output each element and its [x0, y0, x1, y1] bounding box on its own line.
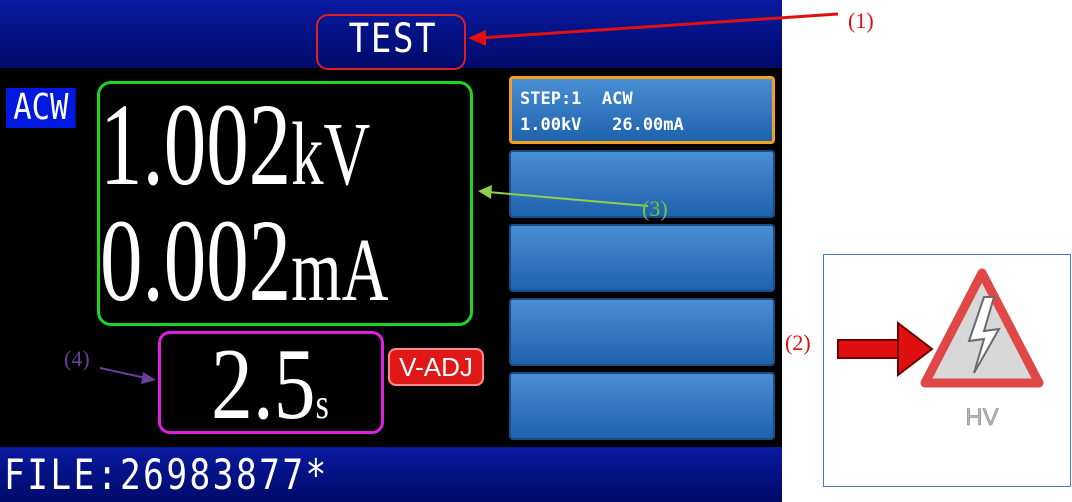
callout-label-4: (4)	[64, 346, 90, 371]
red-pointer-arrow	[837, 320, 934, 378]
hv-label: HV	[965, 404, 998, 431]
callout-4-arrow	[99, 367, 156, 384]
high-voltage-warning-icon: HV	[920, 268, 1044, 431]
callout-1-arrow	[468, 12, 839, 46]
callout-3-arrow	[478, 185, 649, 207]
callout-label-3: (3)	[642, 196, 668, 221]
callout-label-1: (1)	[848, 8, 874, 33]
hv-indicator-box: HV	[823, 254, 1071, 487]
callout-label-2: (2)	[785, 330, 811, 355]
